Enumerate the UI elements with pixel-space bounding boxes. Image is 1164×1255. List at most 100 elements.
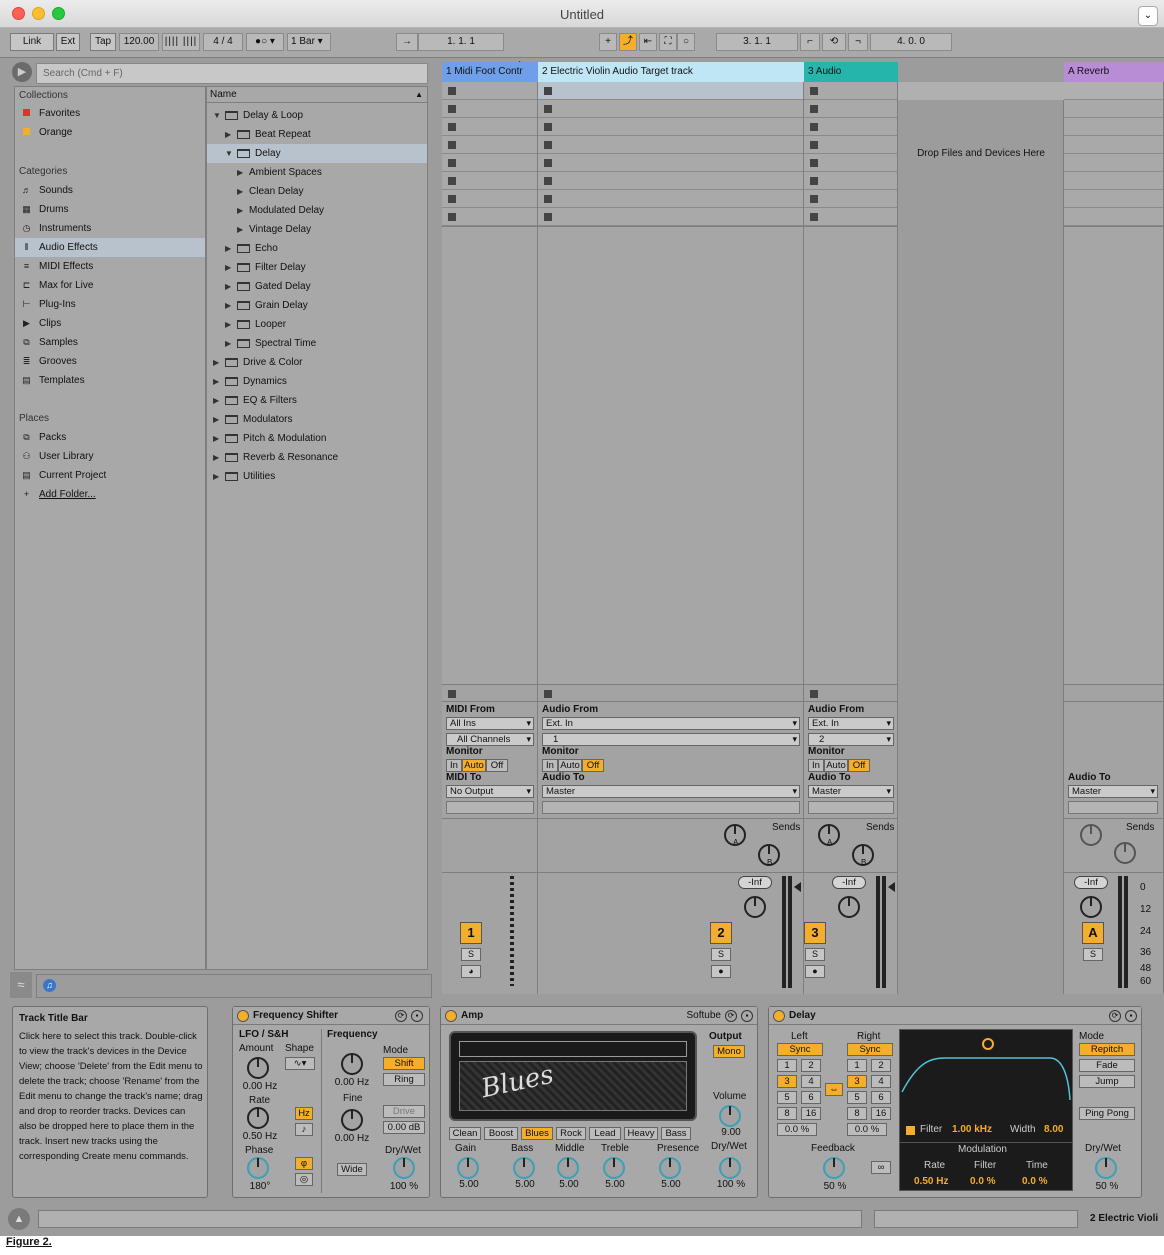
collapsed-icon[interactable]: ▶ bbox=[225, 334, 231, 353]
left-beat-4[interactable]: 4 bbox=[801, 1075, 821, 1088]
link-button[interactable]: Link bbox=[10, 33, 54, 51]
filter-value[interactable]: 1.00 kHz bbox=[952, 1124, 992, 1135]
pan-knob[interactable] bbox=[1080, 896, 1102, 918]
tempo-field[interactable]: 120.00 bbox=[119, 33, 159, 51]
volume-readout[interactable]: -Inf bbox=[832, 876, 866, 889]
clip-slot[interactable] bbox=[538, 100, 803, 118]
monitor-auto-button[interactable]: Auto bbox=[462, 759, 486, 772]
clip-stop-icon[interactable] bbox=[544, 159, 552, 167]
tree-item[interactable]: ▶ Vintage Delay bbox=[207, 220, 427, 239]
solo-button[interactable]: S bbox=[461, 948, 481, 961]
left-sync-button[interactable]: Sync bbox=[777, 1043, 823, 1056]
collapsed-icon[interactable]: ▶ bbox=[225, 239, 231, 258]
tree-item[interactable]: ▶ Filter Delay bbox=[207, 258, 427, 277]
send-a-knob[interactable] bbox=[1080, 824, 1102, 846]
output-channel-chooser[interactable] bbox=[542, 801, 800, 814]
return-slot[interactable] bbox=[1064, 208, 1163, 226]
output-channel-chooser[interactable] bbox=[446, 801, 534, 814]
return-slot[interactable] bbox=[1064, 136, 1163, 154]
category-midi-effects[interactable]: ≡ MIDI Effects bbox=[15, 257, 205, 276]
save-preset-icon[interactable]: ▪ bbox=[741, 1010, 753, 1022]
clip-slot[interactable] bbox=[538, 118, 803, 136]
spin-icon[interactable]: ◎ bbox=[295, 1173, 313, 1186]
clip-stop-icon[interactable] bbox=[544, 177, 552, 185]
amp-model-clean[interactable]: Clean bbox=[449, 1127, 481, 1140]
right-beat-6[interactable]: 6 bbox=[871, 1091, 891, 1104]
volume-readout[interactable]: -Inf bbox=[1074, 876, 1108, 889]
solo-button[interactable]: S bbox=[1083, 948, 1103, 961]
ping-pong-button[interactable]: Ping Pong bbox=[1079, 1107, 1135, 1120]
return-slot[interactable] bbox=[1064, 100, 1163, 118]
output-type-chooser[interactable]: Master bbox=[808, 785, 894, 798]
monitor-auto-button[interactable]: Auto bbox=[558, 759, 582, 772]
place-user-library[interactable]: ⚇ User Library bbox=[15, 447, 205, 466]
pan-knob[interactable] bbox=[744, 896, 766, 918]
collapsed-icon[interactable]: ▶ bbox=[213, 372, 219, 391]
input-channel-chooser[interactable]: 1 bbox=[542, 733, 800, 746]
clip-stop-icon[interactable] bbox=[544, 195, 552, 203]
clip-stop-icon[interactable] bbox=[544, 141, 552, 149]
headphones-icon[interactable]: ♫ bbox=[43, 979, 56, 992]
nudge-icon[interactable]: |||| |||| bbox=[162, 33, 200, 51]
amp-bass-knob[interactable] bbox=[513, 1157, 535, 1179]
feedback-knob[interactable] bbox=[823, 1157, 845, 1179]
right-beat-8[interactable]: 8 bbox=[847, 1107, 867, 1120]
save-preset-icon[interactable]: ▪ bbox=[1125, 1010, 1137, 1022]
time-signature-field[interactable]: 4 / 4 bbox=[203, 33, 243, 51]
amp-on-button[interactable] bbox=[445, 1010, 457, 1022]
track-title-bar[interactable]: 3 Audio bbox=[804, 62, 898, 82]
mono-button[interactable]: Mono bbox=[713, 1045, 745, 1058]
left-beat-1[interactable]: 1 bbox=[777, 1059, 797, 1072]
right-beat-2[interactable]: 2 bbox=[871, 1059, 891, 1072]
delay-title[interactable]: Delay bbox=[769, 1007, 1141, 1025]
collapsed-icon[interactable]: ▶ bbox=[225, 125, 231, 144]
clip-slot[interactable] bbox=[442, 82, 537, 100]
tree-item[interactable]: ▼ Delay & Loop bbox=[207, 106, 427, 125]
output-type-chooser[interactable]: Master bbox=[1068, 785, 1158, 798]
search-input[interactable]: Search (Cmd + F) bbox=[36, 63, 428, 84]
clip-slot[interactable] bbox=[804, 82, 897, 100]
stop-all-icon[interactable] bbox=[544, 690, 552, 698]
expanded-icon[interactable]: ▼ bbox=[225, 144, 233, 163]
monitor-in-button[interactable]: In bbox=[542, 759, 558, 772]
fade-button[interactable]: Fade bbox=[1079, 1059, 1135, 1072]
preview-bar[interactable]: ♫ bbox=[36, 974, 432, 998]
automation-arm-icon[interactable]: ⤴ bbox=[619, 33, 637, 51]
place-current-project[interactable]: ▤ Current Project bbox=[15, 466, 205, 485]
tree-item[interactable]: ▶ Drive & Color bbox=[207, 353, 427, 372]
category-instruments[interactable]: ◷ Instruments bbox=[15, 219, 205, 238]
drywet-knob[interactable] bbox=[393, 1157, 415, 1179]
clip-slot[interactable] bbox=[804, 172, 897, 190]
arrangement-position-field[interactable]: 1. 1. 1 bbox=[418, 33, 504, 51]
category-max[interactable]: ⊏ Max for Live bbox=[15, 276, 205, 295]
input-channel-chooser[interactable]: 2 bbox=[808, 733, 894, 746]
category-templates[interactable]: ▤ Templates bbox=[15, 371, 205, 390]
fine-knob[interactable] bbox=[341, 1109, 363, 1131]
monitor-off-button[interactable]: Off bbox=[582, 759, 604, 772]
amp-model-bass[interactable]: Bass bbox=[661, 1127, 691, 1140]
left-beat-16[interactable]: 16 bbox=[801, 1107, 821, 1120]
wide-button[interactable]: Wide bbox=[337, 1163, 367, 1176]
loop-length-field[interactable]: 4. 0. 0 bbox=[870, 33, 952, 51]
clip-slot[interactable] bbox=[804, 154, 897, 172]
left-beat-6[interactable]: 6 bbox=[801, 1091, 821, 1104]
hot-swap-icon[interactable]: ⟳ bbox=[725, 1010, 737, 1022]
rate-hz-button[interactable]: Hz bbox=[295, 1107, 313, 1120]
clip-stop-icon[interactable] bbox=[810, 105, 818, 113]
amp-model-rock[interactable]: Rock bbox=[556, 1127, 586, 1140]
return-slot[interactable] bbox=[1064, 82, 1163, 100]
clip-stop-icon[interactable] bbox=[448, 141, 456, 149]
track-title-bar[interactable]: 1 Midi Foot Contr bbox=[442, 62, 538, 82]
left-beat-3[interactable]: 3 bbox=[777, 1075, 797, 1088]
collapsed-icon[interactable]: ▶ bbox=[237, 182, 243, 201]
track-title-bar[interactable]: 2 Electric Violin Audio Target track bbox=[538, 62, 804, 82]
clip-slot[interactable] bbox=[538, 172, 803, 190]
clip-stop-icon[interactable] bbox=[810, 123, 818, 131]
amp-gain-knob[interactable] bbox=[457, 1157, 479, 1179]
clip-stop-icon[interactable] bbox=[810, 159, 818, 167]
return-slot[interactable] bbox=[1064, 154, 1163, 172]
output-channel-chooser[interactable] bbox=[808, 801, 894, 814]
arm-icon[interactable]: ◕ bbox=[461, 965, 481, 978]
clip-stop-icon[interactable] bbox=[544, 105, 552, 113]
monitor-off-button[interactable]: Off bbox=[486, 759, 508, 772]
